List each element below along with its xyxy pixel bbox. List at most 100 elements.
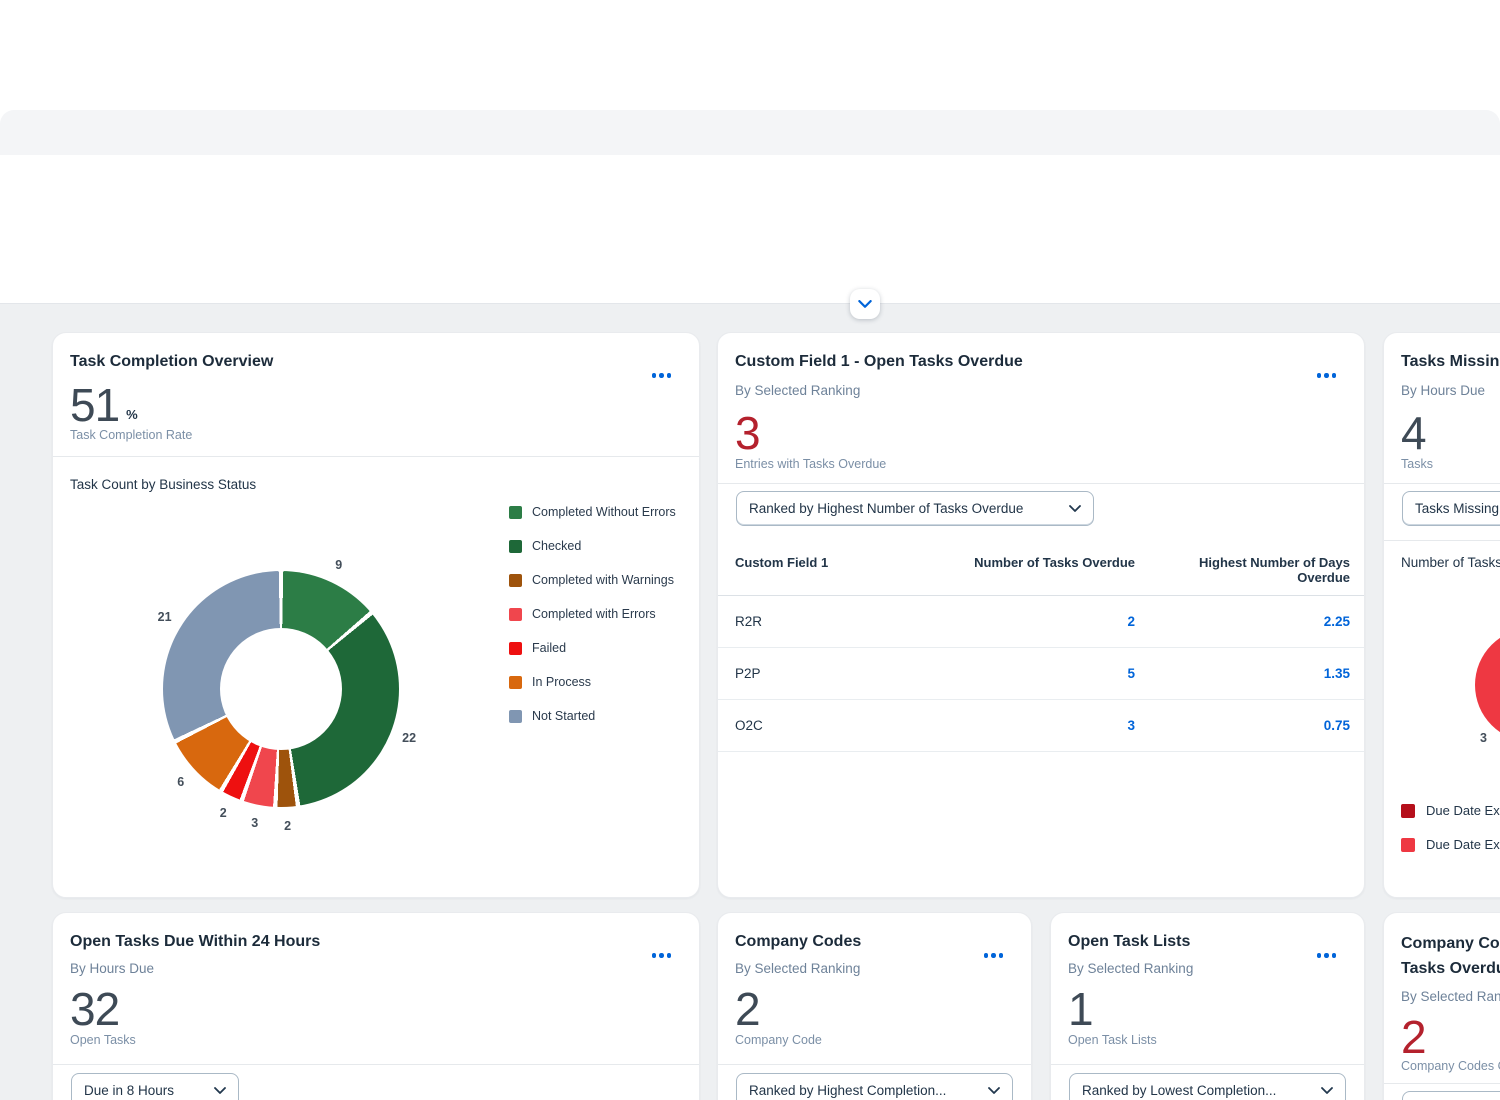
- legend-item: Due Date Exceeded: [1401, 803, 1500, 818]
- legend-item: Failed: [509, 641, 676, 655]
- card-tasks-missing-due-date: Tasks Missing Due Date By Hours Due 4 Ta…: [1383, 332, 1500, 898]
- legend-swatch: [509, 607, 522, 621]
- table-row[interactable]: R2R 2 2.25: [718, 596, 1364, 648]
- ranking-dropdown[interactable]: Ranked by Highest Number of Tasks Overdu…: [1402, 1091, 1500, 1100]
- kpi: 4: [1401, 407, 1427, 459]
- card-subtitle: By Selected Ranking: [1068, 961, 1194, 976]
- card-title: Tasks Missing Due Date: [1401, 353, 1500, 370]
- kpi-label: Company Code: [735, 1033, 822, 1047]
- kpi: 51 %: [70, 379, 138, 431]
- card-open-task-lists: Open Task Lists By Selected Ranking 1 Op…: [1050, 912, 1365, 1100]
- chevron-down-icon: [1321, 1086, 1333, 1094]
- ranking-dropdown[interactable]: Due in 8 Hours: [71, 1073, 239, 1100]
- kpi: 3: [735, 410, 761, 457]
- donut-slice-label: 9: [335, 557, 343, 572]
- card-subtitle: By Selected Ranking: [1401, 989, 1500, 1004]
- kpi-value: 32: [70, 983, 120, 1035]
- ranking-dropdown-value: Ranked by Lowest Completion...: [1082, 1083, 1277, 1098]
- legend-label: Due Date Exceeded: [1426, 837, 1500, 852]
- ranking-dropdown[interactable]: Ranked by Highest Number of Tasks Overdu…: [736, 491, 1094, 526]
- kpi-value: 2: [1401, 1011, 1427, 1063]
- ranking-dropdown[interactable]: Ranked by Highest Completion...: [736, 1073, 1013, 1100]
- donut-slice-label: 3: [251, 816, 259, 831]
- legend-swatch: [509, 641, 522, 655]
- chevron-down-icon: [858, 299, 872, 308]
- expand-filter-bar-button[interactable]: [850, 289, 880, 319]
- kpi-value: 1: [1068, 983, 1094, 1035]
- legend-label: Failed: [532, 641, 567, 655]
- kpi-label: Tasks: [1401, 457, 1433, 471]
- chart-title: Number of Tasks by Hours Due: [1401, 555, 1500, 570]
- card-title: Company Codes - Open Tasks Overdue: [1401, 931, 1500, 981]
- ranking-dropdown[interactable]: Tasks Missing Due Date: [1402, 491, 1500, 526]
- divider: [1384, 1083, 1500, 1084]
- ranking-dropdown-value: Ranked by Highest Completion...: [749, 1083, 947, 1098]
- kpi-label: Entries with Tasks Overdue: [735, 457, 887, 471]
- ranking-dropdown[interactable]: Ranked by Lowest Completion...: [1069, 1073, 1346, 1100]
- window-titlebar: [0, 110, 1500, 254]
- pie-slice-label: 3: [1480, 731, 1487, 745]
- overflow-menu-button[interactable]: [980, 949, 1008, 962]
- overflow-menu-button[interactable]: [1313, 369, 1341, 382]
- card-title: Open Tasks Due Within 24 Hours: [70, 933, 321, 950]
- column-header: Number of Tasks Overdue: [974, 555, 1135, 570]
- donut-labels: 9 22 2 3 2 6 21: [158, 558, 416, 833]
- table-body: R2R 2 2.25 P2P 5 1.35 O2C 3 0.75: [718, 596, 1364, 752]
- legend-label: Completed with Warnings: [532, 573, 674, 587]
- divider: [1051, 1064, 1364, 1065]
- cell-days-overdue: 1.35: [1323, 666, 1350, 681]
- legend-item: Completed with Warnings: [509, 573, 676, 587]
- kpi: 2: [735, 983, 761, 1035]
- column-header: Custom Field 1: [735, 555, 829, 570]
- donut-slice-label: 22: [402, 730, 417, 745]
- kpi-label: Open Task Lists: [1068, 1033, 1157, 1047]
- legend-item: Completed Without Errors: [509, 505, 676, 519]
- legend-label: In Process: [532, 675, 592, 689]
- table-row[interactable]: P2P 5 1.35: [718, 648, 1364, 700]
- card-subtitle: By Hours Due: [1401, 383, 1486, 398]
- kpi: 1: [1068, 983, 1094, 1035]
- cell-days-overdue: 2.25: [1323, 614, 1350, 629]
- legend-label: Completed Without Errors: [532, 505, 676, 519]
- kpi-value: 2: [735, 983, 761, 1035]
- overflow-menu-button[interactable]: [648, 369, 676, 382]
- legend-swatch: [509, 675, 522, 689]
- kpi-value: 51: [70, 379, 120, 431]
- table-row[interactable]: O2C 3 0.75: [718, 700, 1364, 752]
- cell-tasks-overdue: 3: [1127, 718, 1135, 733]
- chart-legend: Completed Without Errors Checked Completed…: [509, 505, 676, 743]
- card-company-codes: Company Codes By Selected Ranking 2 Comp…: [717, 912, 1032, 1100]
- card-open-tasks-24h: Open Tasks Due Within 24 Hours By Hours …: [52, 912, 700, 1100]
- card-title-line2: Tasks Overdue: [1401, 960, 1500, 977]
- card-subtitle: By Hours Due: [70, 961, 155, 976]
- cell-days-overdue: 0.75: [1323, 718, 1350, 733]
- card-title: Company Codes: [735, 933, 862, 950]
- chevron-down-icon: [1069, 504, 1081, 512]
- legend-swatch: [1401, 803, 1415, 818]
- kpi-unit: %: [126, 407, 138, 423]
- legend-label: Not Started: [532, 709, 596, 723]
- legend-item: Due Date Exceeded: [1401, 837, 1500, 852]
- cell-tasks-overdue: 5: [1127, 666, 1135, 681]
- chevron-down-icon: [214, 1086, 226, 1094]
- kpi-label: Open Tasks: [70, 1033, 136, 1047]
- legend-item: In Process: [509, 675, 676, 689]
- card-subtitle: By Selected Ranking: [735, 961, 861, 976]
- legend-item: Not Started: [509, 709, 676, 723]
- kpi-value: 4: [1401, 407, 1427, 459]
- legend-swatch: [509, 709, 522, 723]
- cell-tasks-overdue: 2: [1127, 614, 1135, 629]
- cell-custom-field: O2C: [735, 718, 763, 733]
- card-custom-field-open-tasks-overdue: Custom Field 1 - Open Tasks Overdue By S…: [717, 332, 1365, 898]
- legend-swatch: [509, 573, 522, 587]
- chart-title: Task Count by Business Status: [70, 477, 257, 492]
- donut-slice-label: 21: [157, 609, 172, 624]
- donut-slice-label: 2: [284, 818, 292, 833]
- overflow-menu-button[interactable]: [648, 949, 676, 962]
- pie-chart[interactable]: [1475, 628, 1500, 742]
- legend-label: Completed with Errors: [532, 607, 656, 621]
- donut-chart[interactable]: 9 22 2 3 2 6 21: [158, 558, 416, 833]
- overflow-menu-button[interactable]: [1313, 949, 1341, 962]
- card-title-line1: Company Codes - Open: [1401, 935, 1500, 952]
- card-title: Open Task Lists: [1068, 933, 1191, 950]
